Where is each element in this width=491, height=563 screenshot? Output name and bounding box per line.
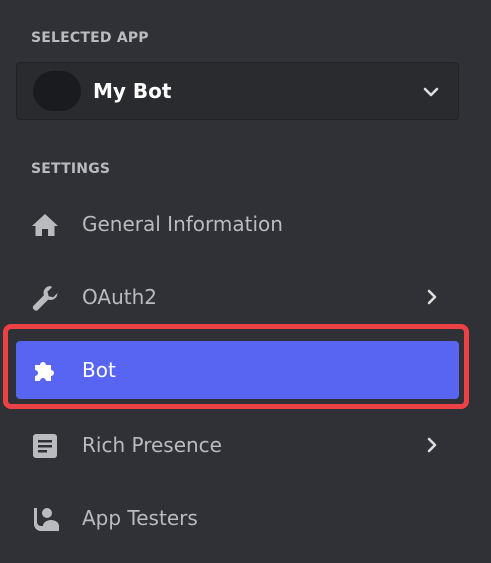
sidebar-item-oauth2[interactable]: OAuth2 bbox=[16, 268, 459, 326]
app-sidebar: SELECTED APP My Bot SETTINGS General Inf… bbox=[0, 0, 491, 563]
sidebar-item-app-testers[interactable]: App Testers bbox=[16, 489, 459, 547]
sidebar-item-label: General Information bbox=[82, 212, 283, 236]
puzzle-icon bbox=[35, 362, 54, 381]
document-icon bbox=[33, 434, 57, 458]
settings-heading: SETTINGS bbox=[31, 161, 111, 177]
sidebar-item-label: Rich Presence bbox=[82, 433, 222, 457]
chevron-right-icon bbox=[427, 437, 437, 453]
person-icon bbox=[34, 508, 59, 531]
selected-app-heading: SELECTED APP bbox=[31, 30, 149, 46]
wrench-icon bbox=[32, 286, 58, 311]
sidebar-item-general-information[interactable]: General Information bbox=[16, 195, 459, 253]
app-avatar bbox=[33, 71, 81, 111]
sidebar-item-label: App Testers bbox=[82, 506, 198, 530]
app-selector-dropdown[interactable]: My Bot bbox=[16, 62, 459, 120]
home-icon bbox=[32, 214, 58, 236]
chevron-right-icon bbox=[427, 289, 437, 305]
chevron-down-icon bbox=[423, 87, 439, 97]
sidebar-item-bot[interactable]: Bot bbox=[16, 341, 459, 399]
sidebar-item-rich-presence[interactable]: Rich Presence bbox=[16, 416, 459, 474]
app-name: My Bot bbox=[93, 79, 172, 103]
sidebar-item-label: OAuth2 bbox=[82, 285, 157, 309]
sidebar-item-label: Bot bbox=[82, 358, 116, 382]
